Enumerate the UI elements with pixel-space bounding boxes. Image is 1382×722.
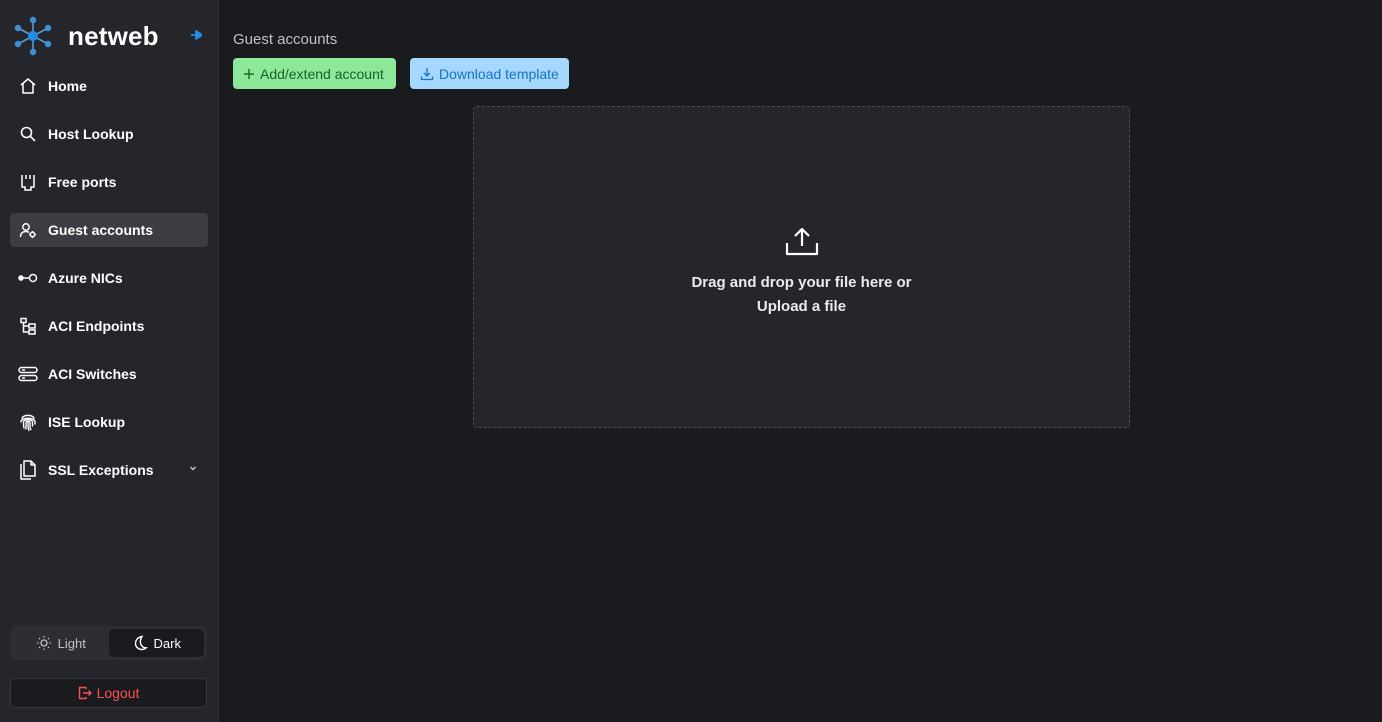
sidebar-item-ise-lookup[interactable]: ISE Lookup xyxy=(10,405,208,439)
sidebar-item-home[interactable]: Home xyxy=(10,69,208,103)
theme-light-label: Light xyxy=(57,635,86,651)
sidebar-item-label: Azure NICs xyxy=(48,270,123,286)
sidebar-item-label: Home xyxy=(48,78,87,94)
logout-icon xyxy=(78,686,92,700)
plus-icon xyxy=(244,68,254,79)
sidebar-item-aci-endpoints[interactable]: ACI Endpoints xyxy=(10,309,208,343)
sidebar-item-azure-nics[interactable]: Azure NICs xyxy=(10,261,208,295)
theme-dark-option[interactable]: Dark xyxy=(108,629,204,657)
upload-icon xyxy=(785,227,818,256)
ethernet-port-icon xyxy=(18,172,38,192)
chevron-down-icon[interactable] xyxy=(188,463,198,473)
sidebar-item-aci-switches[interactable]: ACI Switches xyxy=(10,357,208,391)
download-template-label: Download template xyxy=(439,65,559,82)
add-extend-account-label: Add/extend account xyxy=(260,65,384,82)
brand-name: netweb xyxy=(68,20,159,51)
sidebar-item-label: ISE Lookup xyxy=(48,414,125,430)
sun-icon xyxy=(36,636,51,650)
sidebar-nav: Home Host Lookup Free ports Guest accoun… xyxy=(10,69,208,501)
download-template-button[interactable]: Download template xyxy=(410,58,569,89)
network-logo-icon xyxy=(14,16,52,56)
server-icon xyxy=(18,364,38,384)
sidebar-item-label: Host Lookup xyxy=(48,126,134,142)
logo[interactable]: netweb xyxy=(12,14,207,58)
sidebar-item-guest-accounts[interactable]: Guest accounts xyxy=(10,213,208,247)
fingerprint-icon xyxy=(18,412,38,432)
sidebar-item-label: ACI Endpoints xyxy=(48,318,145,334)
dropzone-line-1: Drag and drop your file here or xyxy=(691,274,912,291)
hierarchy-icon xyxy=(18,316,38,336)
dropzone-text: Drag and drop your file here or Upload a… xyxy=(691,271,911,319)
page-title: Guest accounts xyxy=(233,31,338,48)
search-icon xyxy=(18,124,38,144)
sidebar: netweb Home Host Lookup Free ports Guest… xyxy=(0,0,219,722)
sidebar-item-label: Free ports xyxy=(48,174,117,190)
theme-toggle: Light Dark xyxy=(10,626,207,660)
logout-button[interactable]: Logout xyxy=(10,678,207,708)
sidebar-item-label: SSL Exceptions xyxy=(48,462,154,478)
sidebar-item-ssl-exceptions[interactable]: SSL Exceptions xyxy=(10,453,208,487)
upload-file-link[interactable]: Upload a file xyxy=(691,295,911,319)
files-icon xyxy=(18,460,38,480)
sidebar-item-host-lookup[interactable]: Host Lookup xyxy=(10,117,208,151)
file-dropzone[interactable]: Drag and drop your file here or Upload a… xyxy=(473,106,1130,428)
home-icon xyxy=(18,76,38,96)
pin-icon[interactable] xyxy=(188,27,204,43)
logout-label: Logout xyxy=(96,685,140,701)
sidebar-item-free-ports[interactable]: Free ports xyxy=(10,165,208,199)
user-cog-icon xyxy=(18,220,38,240)
theme-light-option[interactable]: Light xyxy=(13,629,109,657)
moon-icon xyxy=(134,635,148,651)
sidebar-item-label: ACI Switches xyxy=(48,366,137,382)
download-icon xyxy=(420,67,434,80)
plug-connection-icon xyxy=(18,268,38,288)
add-extend-account-button[interactable]: Add/extend account xyxy=(233,58,396,89)
sidebar-item-label: Guest accounts xyxy=(48,222,154,238)
theme-dark-label: Dark xyxy=(153,635,181,651)
